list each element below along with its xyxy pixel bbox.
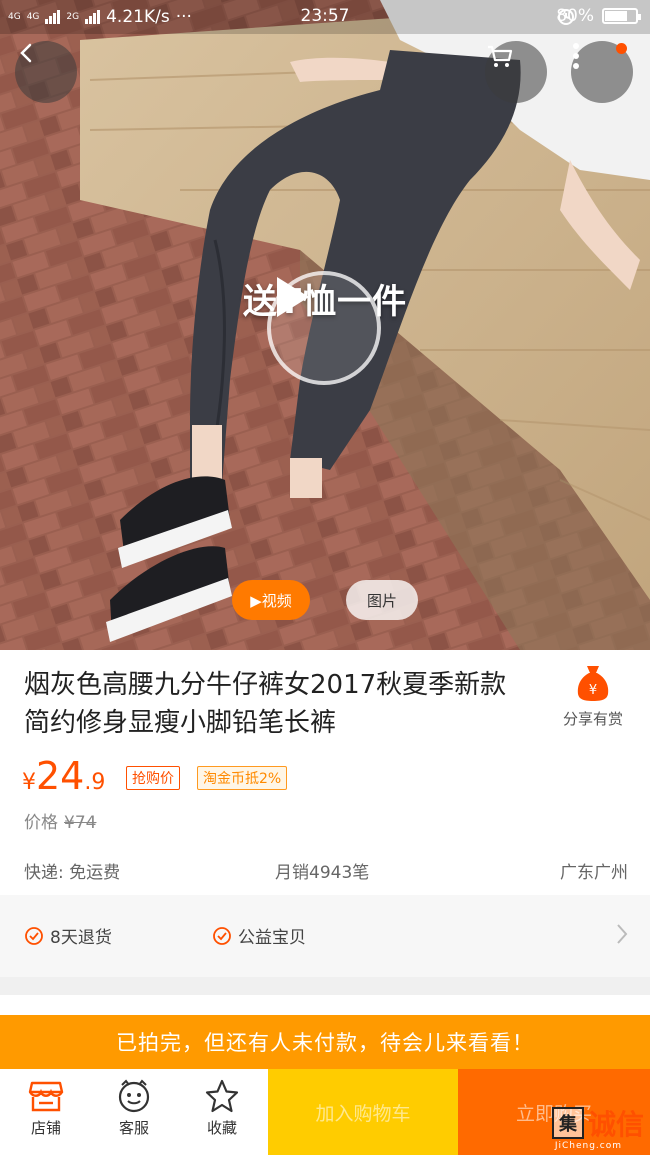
original-price-label: 价格 xyxy=(24,813,58,833)
alarm-icon xyxy=(558,9,575,25)
service-guarantees[interactable]: 8天退货 公益宝贝 xyxy=(0,895,650,977)
product-detail-page: 4G 4G 2G 4.21K/s ··· 23:57 80% 送T恤一件 ▶视频… xyxy=(0,0,650,1155)
monthly-sales: 月销4943笔 xyxy=(275,863,370,883)
shipping-info: 快递: 免运费 xyxy=(24,863,121,883)
status-right: 80% xyxy=(556,6,641,26)
watermark-logo: 集 xyxy=(551,1107,584,1139)
bottom-action-bar: 店铺 客服 收藏 加入购物车 立即购买 集 诚信 JiCheng.com xyxy=(0,1069,650,1155)
play-video-button[interactable] xyxy=(267,271,381,385)
product-info: 烟灰色高腰九分牛仔裤女2017秋夏季新款简约修身显瘦小脚铅笔长裤 ¥ 分享有赏 … xyxy=(0,650,650,895)
price-currency: ¥ xyxy=(22,770,36,795)
price-decimal: .9 xyxy=(84,770,106,795)
back-icon xyxy=(20,43,32,63)
clock: 23:57 xyxy=(300,6,350,26)
check-circle-icon xyxy=(213,926,231,945)
more-button[interactable] xyxy=(571,41,633,103)
battery-fill xyxy=(605,11,628,21)
taobao-coin-tag: 淘金币抵2% xyxy=(197,766,288,790)
chevron-right-icon xyxy=(617,924,628,944)
favorite-button[interactable]: 收藏 xyxy=(178,1069,266,1155)
service-return: 8天退货 xyxy=(24,923,112,948)
customer-service-button[interactable]: 客服 xyxy=(90,1069,178,1155)
store-label: 店铺 xyxy=(30,1119,61,1137)
play-icon xyxy=(277,277,309,317)
svg-text:¥: ¥ xyxy=(589,683,597,698)
product-hero-image[interactable]: 4G 4G 2G 4.21K/s ··· 23:57 80% 送T恤一件 ▶视频… xyxy=(0,0,650,650)
watermark-url: JiCheng.com xyxy=(554,1141,622,1151)
cart-button[interactable] xyxy=(485,41,547,103)
customer-service-icon xyxy=(118,1079,150,1113)
price: ¥ 24 .9 xyxy=(22,756,105,796)
status-bar: 4G 4G 2G 4.21K/s ··· 23:57 80% xyxy=(0,0,650,34)
share-reward-button[interactable]: ¥ 分享有赏 xyxy=(552,664,634,729)
service-charity-label: 公益宝贝 xyxy=(238,928,306,948)
service-charity: 公益宝贝 xyxy=(212,923,306,948)
battery-icon xyxy=(602,8,641,24)
section-divider xyxy=(0,977,650,995)
watermark: 集 诚信 xyxy=(551,1103,644,1143)
sold-out-notice: 已拍完，但还有人未付款，待会儿来看看！ xyxy=(0,1015,650,1069)
star-icon xyxy=(205,1079,239,1113)
check-circle-icon xyxy=(25,926,43,945)
share-reward-label: 分享有赏 xyxy=(562,710,623,728)
watermark-text: 诚信 xyxy=(587,1108,644,1141)
product-title: 烟灰色高腰九分牛仔裤女2017秋夏季新款简约修身显瘦小脚铅笔长裤 xyxy=(24,670,507,738)
notification-dot xyxy=(616,43,627,54)
store-icon xyxy=(28,1081,64,1112)
cart-icon xyxy=(488,45,513,67)
original-price-value: ¥74 xyxy=(64,813,97,833)
pictures-tab[interactable]: 图片 xyxy=(346,580,418,620)
video-tab[interactable]: ▶视频 xyxy=(232,580,310,620)
original-price: 价格 ¥74 xyxy=(24,808,96,833)
next-section-edge xyxy=(0,995,650,1015)
add-to-cart-button[interactable]: 加入购物车 xyxy=(268,1069,458,1155)
ship-location: 广东广州 xyxy=(560,863,628,883)
service-return-label: 8天退货 xyxy=(50,928,112,948)
customer-service-label: 客服 xyxy=(118,1119,149,1137)
store-button[interactable]: 店铺 xyxy=(2,1069,90,1155)
price-integer: 24 xyxy=(36,754,85,798)
back-button[interactable] xyxy=(15,41,77,103)
money-bag-icon: ¥ xyxy=(577,666,609,701)
more-icon xyxy=(573,43,579,69)
grab-price-tag: 抢购价 xyxy=(126,766,180,790)
favorite-label: 收藏 xyxy=(206,1119,237,1137)
